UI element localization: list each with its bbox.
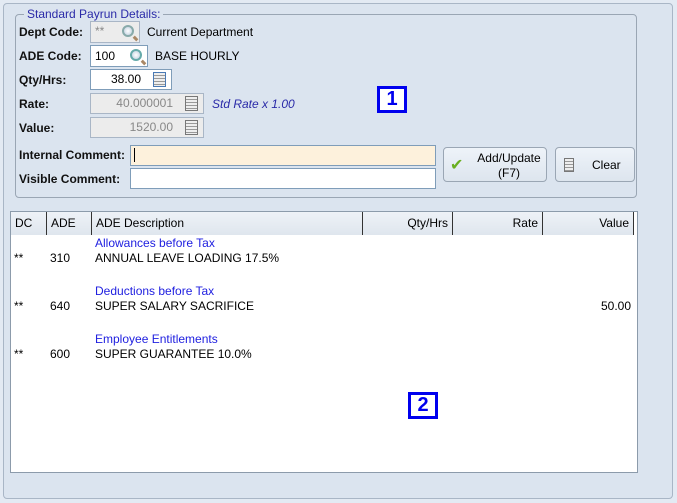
dept-code-description: Current Department — [147, 25, 254, 39]
cell-value: 50.00 — [600, 299, 631, 313]
cell-dc: ** — [14, 347, 24, 361]
group-heading: Allowances before Tax — [95, 236, 215, 250]
ade-code-label: ADE Code: — [19, 49, 82, 63]
search-icon[interactable] — [122, 25, 134, 37]
calculator-icon[interactable] — [153, 72, 166, 87]
cell-desc: ANNUAL LEAVE LOADING 17.5% — [95, 251, 280, 265]
annotation-marker-1: 1 — [377, 86, 407, 113]
visible-comment-label: Visible Comment: — [19, 172, 121, 186]
group-heading: Employee Entitlements — [95, 332, 218, 346]
check-icon: ✔ — [450, 157, 464, 174]
table-row[interactable]: ** 640 SUPER SALARY SACRIFICE 50.00 — [11, 299, 634, 315]
add-update-shortcut: (F7) — [498, 166, 520, 180]
cell-desc: SUPER SALARY SACRIFICE — [95, 299, 254, 313]
internal-comment-label: Internal Comment: — [19, 148, 126, 162]
column-header-ade[interactable]: ADE — [47, 212, 92, 235]
value-label: Value: — [19, 121, 55, 135]
table-row[interactable]: ** 600 SUPER GUARANTEE 10.0% — [11, 347, 634, 363]
cell-dc: ** — [14, 251, 24, 265]
calculator-icon — [185, 96, 198, 111]
internal-comment-input[interactable] — [130, 145, 436, 166]
group-heading: Deductions before Tax — [95, 284, 215, 298]
search-icon[interactable] — [130, 49, 142, 61]
text-cursor — [134, 148, 135, 162]
ade-table: DC ADE ADE Description Qty/Hrs Rate Valu… — [10, 211, 638, 473]
clear-icon — [564, 158, 574, 172]
visible-comment-input[interactable] — [130, 168, 436, 189]
column-header-dc[interactable]: DC — [11, 212, 47, 235]
column-header-qty-hrs[interactable]: Qty/Hrs — [363, 212, 453, 235]
cell-dc: ** — [14, 299, 24, 313]
rate-label: Rate: — [19, 97, 50, 111]
column-header-rate[interactable]: Rate — [453, 212, 543, 235]
group-title: Standard Payrun Details: — [24, 7, 164, 21]
ade-code-description: BASE HOURLY — [155, 49, 240, 63]
add-update-label: Add/Update — [477, 151, 541, 165]
cell-ade: 600 — [50, 347, 71, 361]
clear-label: Clear — [592, 158, 621, 172]
qty-hrs-label: Qty/Hrs: — [19, 73, 67, 87]
rate-note: Std Rate x 1.00 — [212, 97, 295, 111]
cell-desc: SUPER GUARANTEE 10.0% — [95, 347, 252, 361]
add-update-button[interactable]: ✔ Add/Update (F7) — [443, 147, 547, 182]
column-header-description[interactable]: ADE Description — [92, 212, 363, 235]
clear-button[interactable]: Clear — [555, 147, 635, 182]
cell-ade: 640 — [50, 299, 71, 313]
column-header-value[interactable]: Value — [543, 212, 634, 235]
calculator-icon — [185, 120, 198, 135]
table-row[interactable]: ** 310 ANNUAL LEAVE LOADING 17.5% — [11, 251, 634, 267]
dept-code-label: Dept Code: — [19, 25, 83, 39]
cell-ade: 310 — [50, 251, 71, 265]
annotation-marker-2: 2 — [408, 392, 438, 419]
